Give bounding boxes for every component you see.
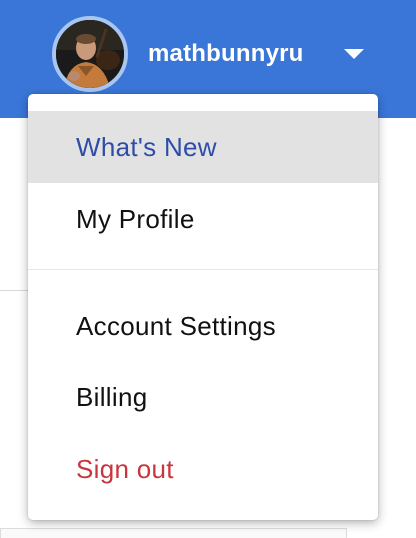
menu-item-label: Account Settings [76, 310, 276, 341]
avatar-photo-icon [56, 20, 124, 88]
username-label[interactable]: mathbunnyru [148, 40, 304, 68]
menu-item-label: What's New [76, 131, 217, 162]
menu-item-billing[interactable]: Billing [28, 361, 378, 433]
page: mathbunnyru What's New My Profile Accoun… [0, 0, 416, 538]
menu-item-my-profile[interactable]: My Profile [28, 183, 378, 255]
account-dropdown-menu: What's New My Profile Account Settings B… [28, 94, 378, 520]
menu-item-whats-new[interactable]: What's New [28, 111, 378, 183]
menu-item-label: My Profile [76, 203, 195, 234]
menu-divider [28, 269, 378, 270]
background-divider [0, 290, 28, 291]
background-card [0, 528, 347, 538]
menu-item-sign-out[interactable]: Sign out [28, 433, 378, 505]
user-menu-trigger[interactable]: mathbunnyru [52, 14, 304, 94]
menu-item-label: Sign out [76, 453, 174, 484]
menu-item-label: Billing [76, 381, 148, 412]
avatar[interactable] [52, 16, 128, 92]
menu-item-account-settings[interactable]: Account Settings [28, 290, 378, 362]
chevron-down-icon[interactable] [344, 49, 364, 59]
